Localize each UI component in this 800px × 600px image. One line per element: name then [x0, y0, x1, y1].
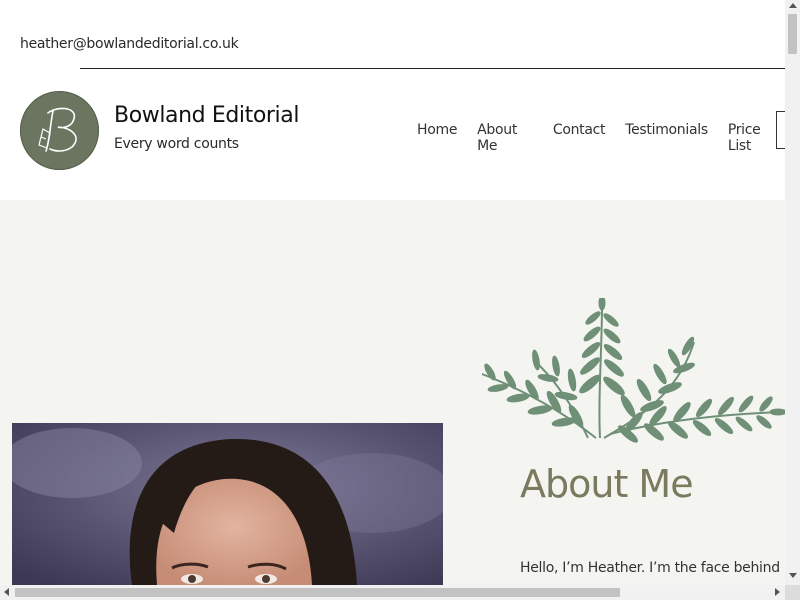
nav-home[interactable]: Home [417, 122, 457, 154]
about-heading: About Me [520, 462, 694, 506]
header-divider [80, 68, 785, 69]
portrait-image [12, 423, 443, 585]
portrait-photo [12, 423, 443, 585]
about-intro-text: Hello, I’m Heather. I’m the face behind … [520, 560, 785, 576]
horizontal-scrollbar[interactable] [0, 585, 785, 600]
vertical-scroll-thumb[interactable] [788, 14, 797, 54]
nav-price-list[interactable]: Price List [728, 122, 780, 154]
scroll-left-icon[interactable] [4, 588, 9, 596]
site-tagline: Every word counts [114, 136, 239, 152]
scroll-right-icon[interactable] [775, 588, 780, 596]
scroll-down-icon[interactable] [789, 573, 797, 578]
nav-about-me[interactable]: About Me [477, 122, 533, 154]
vertical-scrollbar[interactable] [785, 0, 800, 585]
scrollbar-corner [785, 585, 800, 600]
bowland-b-logo-icon [21, 92, 98, 169]
scroll-up-icon[interactable] [789, 3, 797, 8]
site-logo[interactable] [20, 91, 99, 170]
site-title[interactable]: Bowland Editorial [114, 103, 299, 128]
fern-leaves-icon [481, 298, 787, 443]
nav-testimonials[interactable]: Testimonials [625, 122, 708, 154]
contact-email[interactable]: heather@bowlandeditorial.co.uk [20, 36, 239, 52]
horizontal-scroll-thumb[interactable] [15, 588, 620, 597]
nav-contact[interactable]: Contact [553, 122, 606, 154]
main-nav: Home About Me Contact Testimonials Price… [417, 122, 800, 154]
